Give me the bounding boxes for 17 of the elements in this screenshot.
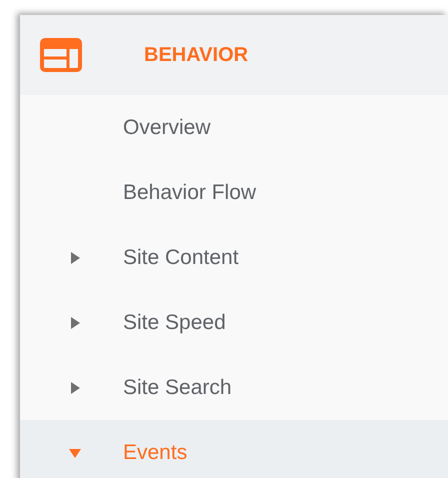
layout-icon — [40, 38, 82, 72]
caret-down-icon[interactable] — [69, 446, 81, 458]
menu-item[interactable]: Behavior Flow — [20, 160, 448, 225]
menu-label: Events — [123, 440, 188, 464]
section-title: BEHAVIOR — [144, 44, 248, 66]
menu-item[interactable]: Site Speed — [20, 290, 448, 355]
menu-item[interactable]: Overview — [20, 95, 448, 160]
menu-label: Site Search — [123, 376, 232, 400]
menu-label: Site Content — [123, 246, 239, 270]
menu-label: Site Speed — [123, 310, 226, 334]
caret-right-icon[interactable] — [69, 316, 81, 328]
caret-right-icon[interactable] — [69, 252, 81, 264]
menu-label: Behavior Flow — [123, 180, 256, 204]
menu-item[interactable]: Site Search — [20, 355, 448, 420]
caret-right-icon[interactable] — [69, 382, 81, 394]
menu-item[interactable]: Site Content — [20, 225, 448, 290]
menu-label: Overview — [123, 116, 211, 140]
